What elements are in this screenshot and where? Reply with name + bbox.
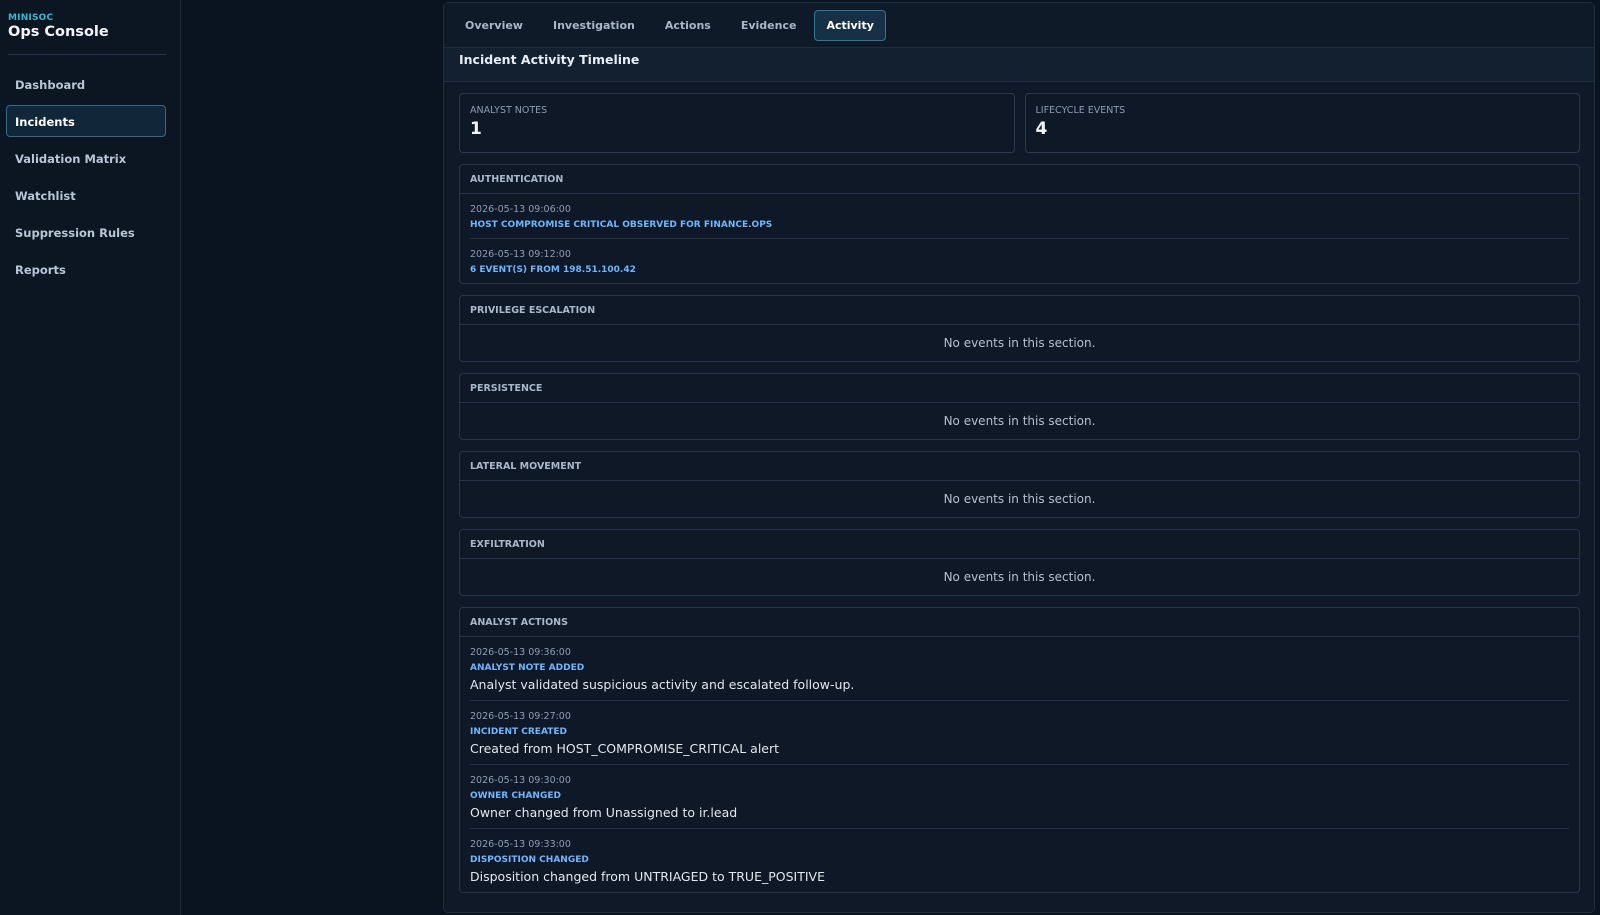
tab-actions[interactable]: Actions <box>653 10 723 41</box>
timeline-event: 2026-05-13 09:36:00 ANALYST NOTE ADDED A… <box>470 637 1569 701</box>
empty-state: No events in this section. <box>943 492 1096 506</box>
event-time: 2026-05-13 09:06:00 <box>470 204 571 215</box>
event-title: OWNER CHANGED <box>470 791 561 801</box>
timeline-event: 2026-05-13 09:12:00 6 EVENT(S) FROM 198.… <box>470 239 1569 283</box>
sidebar-item-reports[interactable]: Reports <box>6 253 166 285</box>
tab-investigation[interactable]: Investigation <box>541 10 647 41</box>
brand: MINISOC Ops Console <box>0 0 180 40</box>
analyst-actions-section: ANALYST ACTIONS 2026-05-13 09:36:00 ANAL… <box>459 607 1580 893</box>
timeline-event: 2026-05-13 09:30:00 OWNER CHANGED Owner … <box>470 765 1569 829</box>
event-time: 2026-05-13 09:30:00 <box>470 775 571 786</box>
event-description: Disposition changed from UNTRIAGED to TR… <box>470 869 825 884</box>
event-description: Created from HOST_COMPROMISE_CRITICAL al… <box>470 741 780 756</box>
stat-value: 4 <box>1035 119 1048 139</box>
divider <box>8 54 166 55</box>
lateral-movement-section: LATERAL MOVEMENT No events in this secti… <box>459 451 1580 518</box>
brand-kicker: MINISOC <box>8 13 54 23</box>
sidebar-item-validation-matrix[interactable]: Validation Matrix <box>6 142 166 174</box>
tab-overview[interactable]: Overview <box>453 10 535 41</box>
section-header: EXFILTRATION <box>460 530 1579 559</box>
section-header: LATERAL MOVEMENT <box>460 452 1579 481</box>
tab-evidence[interactable]: Evidence <box>729 10 809 41</box>
empty-state: No events in this section. <box>943 570 1096 584</box>
event-description: Analyst validated suspicious activity an… <box>470 677 855 692</box>
sidebar-item-watchlist[interactable]: Watchlist <box>6 179 166 211</box>
persistence-section: PERSISTENCE No events in this section. <box>459 373 1580 440</box>
sidebar-item-suppression-rules[interactable]: Suppression Rules <box>6 216 166 248</box>
analyst-notes-stat: ANALYST NOTES 1 <box>459 93 1015 153</box>
event-title: 6 EVENT(S) FROM 198.51.100.42 <box>470 265 636 275</box>
tab-activity[interactable]: Activity <box>814 10 886 41</box>
stats-row: ANALYST NOTES 1 LIFECYCLE EVENTS 4 <box>459 93 1580 153</box>
timeline-content: ANALYST NOTES 1 LIFECYCLE EVENTS 4 AUTHE… <box>444 82 1594 893</box>
authentication-section: AUTHENTICATION 2026-05-13 09:06:00 HOST … <box>459 164 1580 284</box>
section-header: PERSISTENCE <box>460 374 1579 403</box>
event-title: INCIDENT CREATED <box>470 727 567 737</box>
tab-bar: Overview Investigation Actions Evidence … <box>444 3 1594 48</box>
event-time: 2026-05-13 09:33:00 <box>470 839 571 850</box>
stat-label: LIFECYCLE EVENTS <box>1035 105 1126 116</box>
event-time: 2026-05-13 09:36:00 <box>470 647 571 658</box>
stat-label: ANALYST NOTES <box>470 105 548 116</box>
sidebar: MINISOC Ops Console Dashboard Incidents … <box>0 0 181 915</box>
privilege-escalation-section: PRIVILEGE ESCALATION No events in this s… <box>459 295 1580 362</box>
event-title: ANALYST NOTE ADDED <box>470 663 585 673</box>
event-title: DISPOSITION CHANGED <box>470 855 589 865</box>
sidebar-item-incidents[interactable]: Incidents <box>6 105 166 137</box>
timeline-title: Incident Activity Timeline <box>444 48 1594 82</box>
exfiltration-section: EXFILTRATION No events in this section. <box>459 529 1580 596</box>
lifecycle-events-stat: LIFECYCLE EVENTS 4 <box>1024 93 1580 153</box>
timeline-event: 2026-05-13 09:27:00 INCIDENT CREATED Cre… <box>470 701 1569 765</box>
event-time: 2026-05-13 09:12:00 <box>470 249 571 260</box>
section-header: AUTHENTICATION <box>460 165 1579 194</box>
incident-panel: Overview Investigation Actions Evidence … <box>443 2 1595 913</box>
empty-state: No events in this section. <box>943 336 1096 350</box>
section-header: PRIVILEGE ESCALATION <box>460 296 1579 325</box>
sidebar-item-dashboard[interactable]: Dashboard <box>6 68 166 100</box>
timeline-event: 2026-05-13 09:06:00 HOST COMPROMISE CRIT… <box>470 194 1569 239</box>
stat-value: 1 <box>470 119 482 139</box>
empty-state: No events in this section. <box>943 414 1096 428</box>
event-time: 2026-05-13 09:27:00 <box>470 711 571 722</box>
event-title: HOST COMPROMISE CRITICAL OBSERVED FOR FI… <box>470 220 773 230</box>
event-description: Owner changed from Unassigned to ir.lead <box>470 805 738 820</box>
timeline-event: 2026-05-13 09:33:00 DISPOSITION CHANGED … <box>470 829 1569 892</box>
section-header: ANALYST ACTIONS <box>460 608 1579 637</box>
brand-title: Ops Console <box>8 24 109 40</box>
sidebar-nav: Dashboard Incidents Validation Matrix Wa… <box>0 68 180 285</box>
